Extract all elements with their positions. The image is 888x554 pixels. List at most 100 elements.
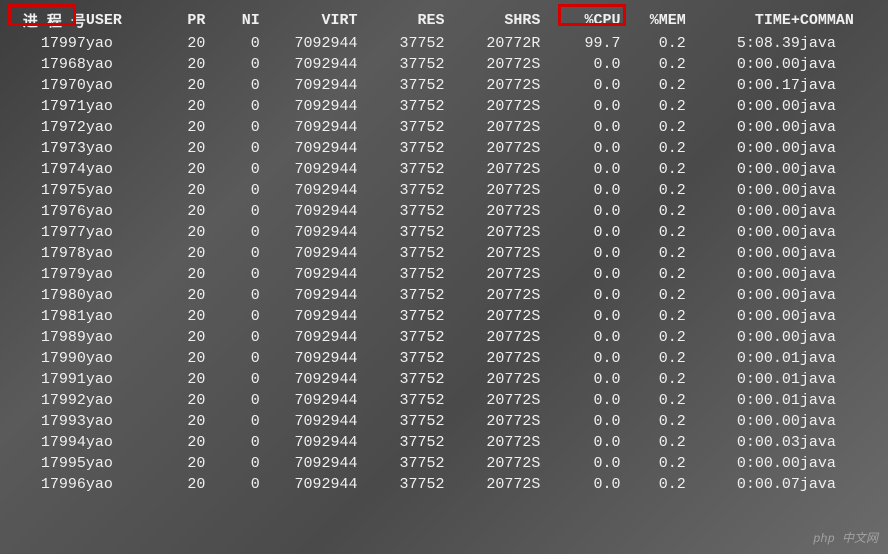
cell-pr: 20 (140, 348, 205, 369)
cell-cpu: 0.0 (555, 453, 620, 474)
table-row: 17990yao20070929443775220772S0.00.20:00.… (12, 348, 876, 369)
cell-cmd: java (800, 390, 876, 411)
table-row: 17977yao20070929443775220772S0.00.20:00.… (12, 222, 876, 243)
cell-ni: 0 (205, 180, 259, 201)
cell-mem: 0.2 (621, 474, 686, 495)
cell-shr: 20772 (444, 159, 531, 180)
cell-user: yao (86, 285, 140, 306)
cell-s: R (531, 33, 555, 54)
table-row: 17970yao20070929443775220772S0.00.20:00.… (12, 75, 876, 96)
cell-s: S (531, 159, 555, 180)
cell-mem: 0.2 (621, 201, 686, 222)
cell-cpu: 0.0 (555, 54, 620, 75)
cell-cpu: 0.0 (555, 411, 620, 432)
header-time: TIME+ (686, 8, 800, 33)
cell-res: 37752 (358, 159, 445, 180)
cell-res: 37752 (358, 285, 445, 306)
cell-user: yao (86, 411, 140, 432)
cell-mem: 0.2 (621, 222, 686, 243)
cell-ni: 0 (205, 201, 259, 222)
cell-pid: 17996 (12, 474, 86, 495)
cell-res: 37752 (358, 390, 445, 411)
cell-mem: 0.2 (621, 117, 686, 138)
table-row: 17973yao20070929443775220772S0.00.20:00.… (12, 138, 876, 159)
cell-pid: 17992 (12, 390, 86, 411)
cell-mem: 0.2 (621, 369, 686, 390)
cell-s: S (531, 117, 555, 138)
cell-cpu: 0.0 (555, 117, 620, 138)
cell-cmd: java (800, 201, 876, 222)
cell-cmd: java (800, 33, 876, 54)
cell-s: S (531, 138, 555, 159)
cell-virt: 7092944 (260, 180, 358, 201)
cell-cpu: 0.0 (555, 348, 620, 369)
cell-s: S (531, 432, 555, 453)
cell-time: 0:00.00 (686, 54, 800, 75)
cell-virt: 7092944 (260, 138, 358, 159)
cell-cpu: 0.0 (555, 222, 620, 243)
cell-shr: 20772 (444, 96, 531, 117)
cell-pr: 20 (140, 453, 205, 474)
cell-virt: 7092944 (260, 390, 358, 411)
cell-res: 37752 (358, 453, 445, 474)
cell-virt: 7092944 (260, 411, 358, 432)
cell-cmd: java (800, 327, 876, 348)
cell-pid: 17995 (12, 453, 86, 474)
cell-s: S (531, 390, 555, 411)
cell-time: 0:00.00 (686, 243, 800, 264)
cell-virt: 7092944 (260, 453, 358, 474)
table-row: 17972yao20070929443775220772S0.00.20:00.… (12, 117, 876, 138)
cell-shr: 20772 (444, 201, 531, 222)
cell-user: yao (86, 264, 140, 285)
cell-time: 0:00.01 (686, 390, 800, 411)
process-table: 进 程 号 USER PR NI VIRT RES SHR S %CPU %ME… (12, 8, 876, 495)
cell-ni: 0 (205, 159, 259, 180)
cell-shr: 20772 (444, 411, 531, 432)
cell-s: S (531, 369, 555, 390)
header-pr: PR (140, 8, 205, 33)
cell-pid: 17993 (12, 411, 86, 432)
cell-cmd: java (800, 285, 876, 306)
cell-time: 0:00.00 (686, 138, 800, 159)
cell-cpu: 0.0 (555, 138, 620, 159)
cell-cpu: 0.0 (555, 327, 620, 348)
cell-cmd: java (800, 348, 876, 369)
cell-res: 37752 (358, 432, 445, 453)
cell-shr: 20772 (444, 264, 531, 285)
cell-ni: 0 (205, 348, 259, 369)
cell-user: yao (86, 159, 140, 180)
cell-virt: 7092944 (260, 54, 358, 75)
header-ni: NI (205, 8, 259, 33)
cell-cmd: java (800, 474, 876, 495)
cell-res: 37752 (358, 348, 445, 369)
cell-mem: 0.2 (621, 264, 686, 285)
cell-res: 37752 (358, 474, 445, 495)
cell-mem: 0.2 (621, 54, 686, 75)
cell-virt: 7092944 (260, 306, 358, 327)
cell-s: S (531, 327, 555, 348)
cell-user: yao (86, 33, 140, 54)
table-row: 17978yao20070929443775220772S0.00.20:00.… (12, 243, 876, 264)
cell-time: 0:00.00 (686, 453, 800, 474)
cell-virt: 7092944 (260, 348, 358, 369)
cell-ni: 0 (205, 222, 259, 243)
cell-time: 0:00.17 (686, 75, 800, 96)
cell-res: 37752 (358, 306, 445, 327)
cell-res: 37752 (358, 411, 445, 432)
cell-res: 37752 (358, 222, 445, 243)
cell-ni: 0 (205, 432, 259, 453)
cell-shr: 20772 (444, 54, 531, 75)
header-virt: VIRT (260, 8, 358, 33)
cell-pr: 20 (140, 411, 205, 432)
cell-user: yao (86, 390, 140, 411)
cell-ni: 0 (205, 96, 259, 117)
cell-shr: 20772 (444, 369, 531, 390)
cell-virt: 7092944 (260, 117, 358, 138)
cell-user: yao (86, 180, 140, 201)
cell-pr: 20 (140, 33, 205, 54)
cell-ni: 0 (205, 285, 259, 306)
cell-mem: 0.2 (621, 159, 686, 180)
cell-s: S (531, 474, 555, 495)
cell-mem: 0.2 (621, 243, 686, 264)
cell-s: S (531, 96, 555, 117)
